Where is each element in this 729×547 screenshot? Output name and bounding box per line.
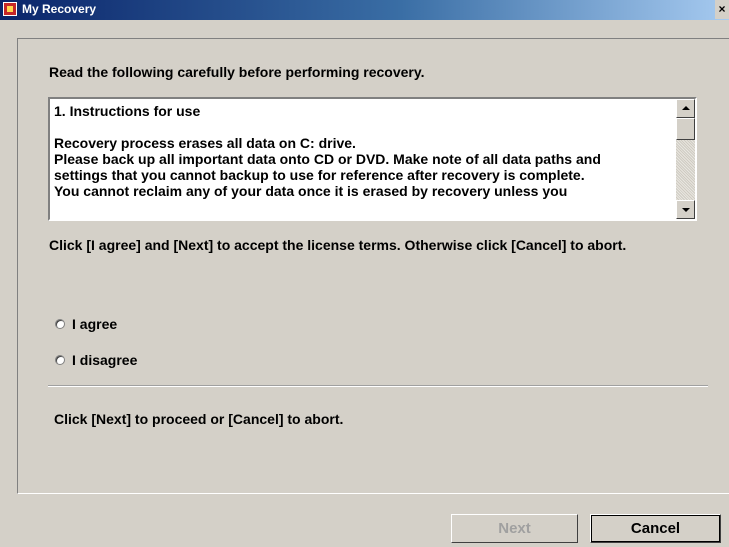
disagree-label[interactable]: I disagree <box>72 352 137 368</box>
next-button[interactable]: Next <box>451 514 578 543</box>
arrow-down-icon <box>682 208 690 212</box>
scroll-up-button[interactable] <box>676 99 695 118</box>
arrow-up-icon <box>682 106 690 110</box>
title-bar: My Recovery × <box>0 0 729 20</box>
license-line: Recovery process erases all data on C: d… <box>54 135 356 151</box>
scroll-thumb[interactable] <box>676 118 695 140</box>
disagree-radio[interactable]: I disagree <box>55 351 137 369</box>
license-heading: 1. Instructions for use <box>54 103 201 119</box>
proceed-instruction: Click [Next] to proceed or [Cancel] to a… <box>54 411 344 427</box>
window-title: My Recovery <box>22 2 97 16</box>
license-line: Please back up all important data onto C… <box>54 151 601 167</box>
cancel-button[interactable]: Cancel <box>590 514 721 543</box>
license-line: You cannot reclaim any of your data once… <box>54 183 568 199</box>
close-icon[interactable]: × <box>715 0 729 19</box>
vertical-scrollbar[interactable] <box>676 99 695 219</box>
radio-circle-icon[interactable] <box>55 355 65 365</box>
license-line: settings that you cannot backup to use f… <box>54 167 585 183</box>
app-icon <box>3 2 17 16</box>
license-text: 1. Instructions for use Recovery process… <box>54 103 676 199</box>
license-instruction: Click [I agree] and [Next] to accept the… <box>49 237 627 253</box>
radio-circle-icon[interactable] <box>55 319 65 329</box>
agree-label[interactable]: I agree <box>72 316 117 332</box>
divider <box>48 385 708 387</box>
agree-radio[interactable]: I agree <box>55 315 117 333</box>
scroll-down-button[interactable] <box>676 200 695 219</box>
intro-text: Read the following carefully before perf… <box>49 64 425 80</box>
license-textbox[interactable]: 1. Instructions for use Recovery process… <box>48 97 697 221</box>
